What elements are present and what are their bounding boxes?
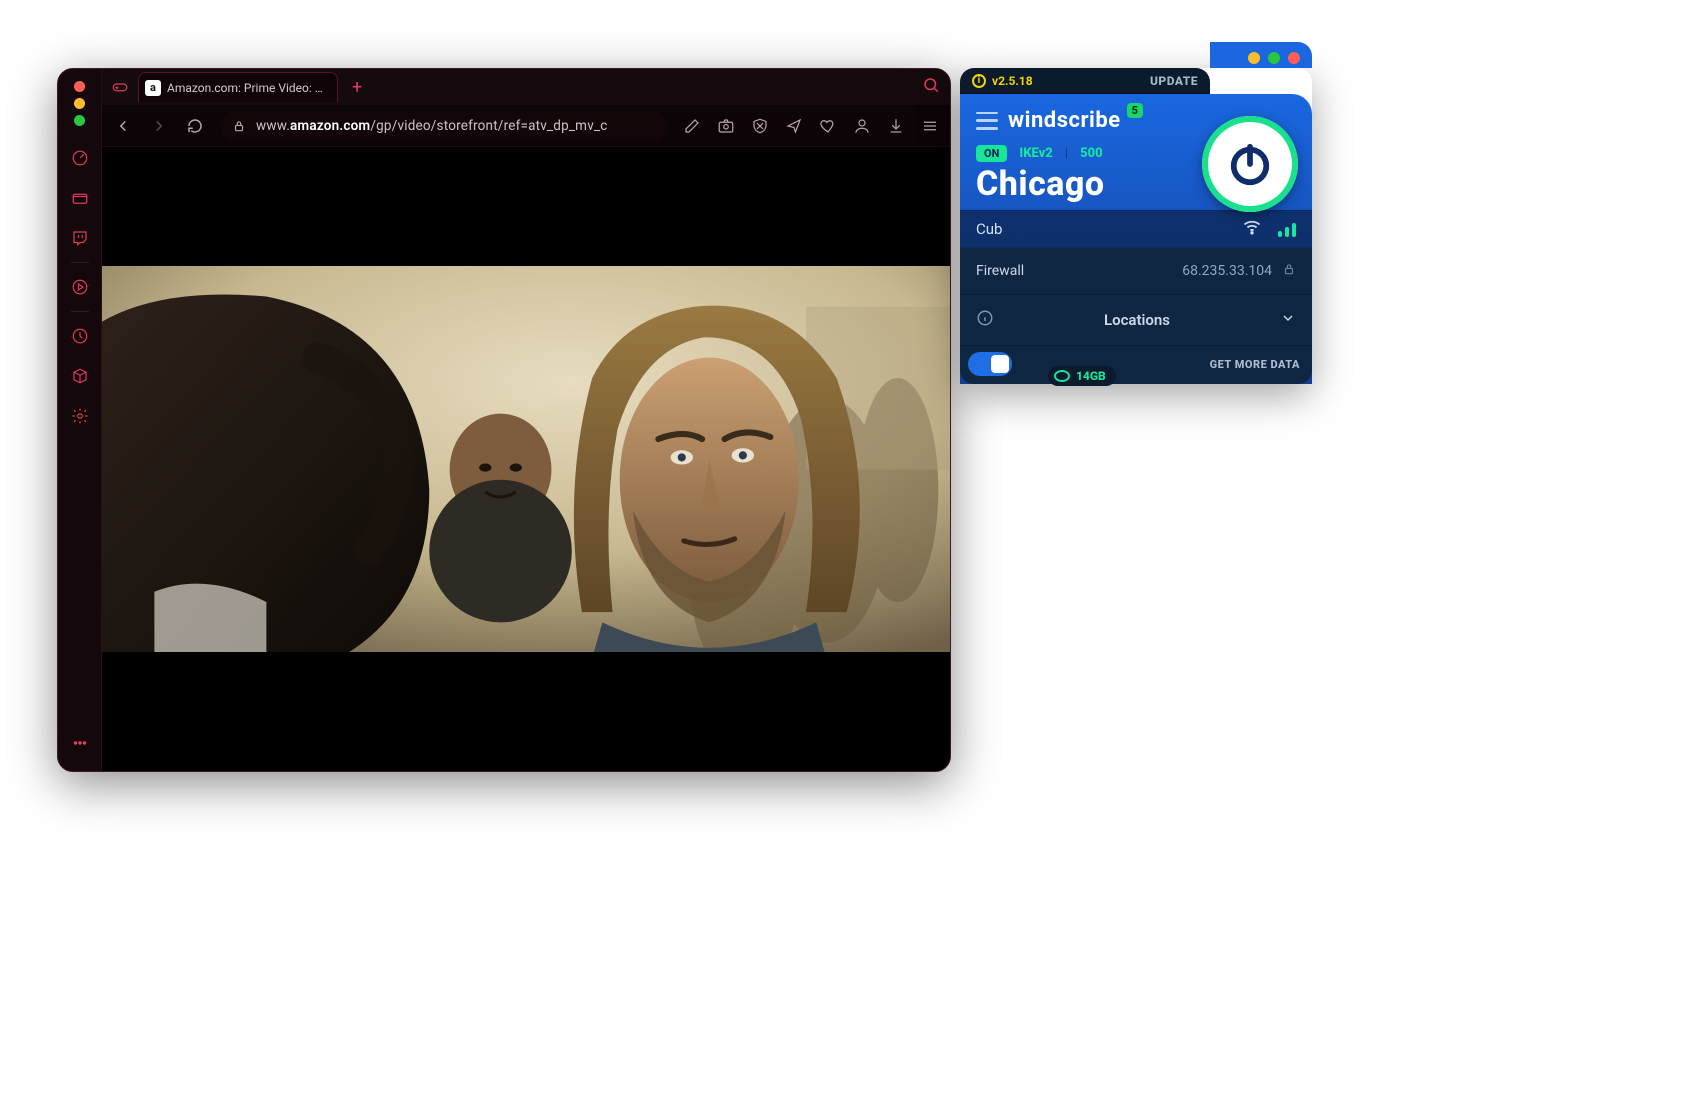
sidebar-separator (71, 311, 89, 312)
sidebar-cube-icon[interactable] (62, 358, 98, 394)
sidebar-separator (71, 262, 89, 263)
url-input[interactable]: www.amazon.com/gp/video/storefront/ref=a… (220, 111, 668, 141)
heart-icon[interactable] (818, 116, 838, 136)
sidebar-history-icon[interactable] (62, 318, 98, 354)
ws-locations-label: Locations (994, 311, 1280, 329)
data-coin-icon (1054, 370, 1070, 382)
info-icon: i (972, 74, 986, 88)
info-icon (976, 309, 994, 331)
nav-back-button[interactable] (112, 115, 134, 137)
ws-data-remaining: 14GB (1048, 366, 1116, 386)
sidebar-speedometer-icon[interactable] (62, 140, 98, 176)
ws-version: iv2.5.18 (972, 74, 1033, 88)
ws-minimize-icon[interactable] (1248, 52, 1260, 64)
wifi-icon (1242, 217, 1262, 241)
edit-icon[interactable] (682, 116, 702, 136)
browser-window: a Amazon.com: Prime Video: Prim + www.am… (57, 68, 951, 772)
ws-header: windscribe 5 (960, 94, 1312, 141)
tab-bar: a Amazon.com: Prime Video: Prim + (102, 69, 950, 105)
address-bar: www.amazon.com/gp/video/storefront/ref=a… (102, 105, 950, 147)
browser-main: a Amazon.com: Prime Video: Prim + www.am… (102, 69, 950, 771)
ws-menu-button[interactable] (976, 112, 998, 130)
download-icon[interactable] (886, 116, 906, 136)
video-frame (102, 266, 950, 653)
ws-firewall-toggle[interactable] (968, 352, 1012, 376)
lock-icon (1282, 262, 1296, 280)
ws-mac-controls (1210, 42, 1312, 68)
ws-firewall-label: Firewall (976, 263, 1024, 279)
ws-close-icon[interactable] (1288, 52, 1300, 64)
ws-port[interactable]: 500 (1080, 146, 1103, 161)
ws-node-row: Cub (960, 210, 1312, 248)
ws-ip-address: 68.235.33.104 (1182, 263, 1272, 279)
windscribe-widget: iv2.5.18 UPDATE windscribe 5 ON IKEv2 | … (960, 68, 1312, 384)
gamepad-icon[interactable] (110, 77, 130, 97)
ws-notif-badge: 5 (1127, 103, 1144, 118)
ws-maximize-icon[interactable] (1268, 52, 1280, 64)
ws-node-name: Cub (976, 220, 1002, 238)
chevron-down-icon (1280, 310, 1296, 330)
ws-version-bar: iv2.5.18 UPDATE (960, 68, 1210, 94)
minimize-window-icon[interactable] (74, 98, 85, 109)
nav-forward-button[interactable] (148, 115, 170, 137)
ws-firewall-row: Firewall 68.235.33.104 (960, 248, 1312, 295)
address-actions (682, 116, 940, 136)
maximize-window-icon[interactable] (74, 115, 85, 126)
ws-power-button[interactable] (1202, 116, 1298, 212)
menu-icon[interactable] (920, 116, 940, 136)
ws-footer: 14GB GET MORE DATA (960, 346, 1312, 384)
tabbar-search-icon[interactable] (922, 76, 940, 98)
browser-tab[interactable]: a Amazon.com: Prime Video: Prim (138, 72, 338, 102)
url-text: www.amazon.com/gp/video/storefront/ref=a… (256, 118, 608, 134)
send-icon[interactable] (784, 116, 804, 136)
window-traffic-lights[interactable] (74, 81, 85, 136)
ws-update-button[interactable]: UPDATE (1150, 74, 1198, 88)
sidebar-more-icon[interactable] (58, 725, 102, 761)
sidebar-play-icon[interactable] (62, 269, 98, 305)
lock-icon (232, 119, 246, 133)
shield-icon[interactable] (750, 116, 770, 136)
sidebar-twitch-icon[interactable] (62, 220, 98, 256)
profile-icon[interactable] (852, 116, 872, 136)
ws-protocol[interactable]: IKEv2 (1019, 146, 1052, 161)
browser-sidebar (58, 69, 102, 771)
ws-body: windscribe 5 ON IKEv2 | 500 Chicago Cub … (960, 94, 1312, 384)
signal-bars-icon (1278, 221, 1296, 237)
ws-get-more-button[interactable]: GET MORE DATA (1210, 358, 1300, 371)
tab-favicon: a (145, 80, 161, 96)
video-player[interactable] (102, 147, 950, 771)
ws-logo: windscribe 5 (1008, 108, 1143, 133)
sidebar-settings-icon[interactable] (62, 398, 98, 434)
ws-locations-row[interactable]: Locations (960, 295, 1312, 346)
tab-title: Amazon.com: Prime Video: Prim (167, 81, 327, 95)
screenshot-icon[interactable] (716, 116, 736, 136)
ws-sep: | (1065, 146, 1068, 161)
new-tab-button[interactable]: + (346, 77, 368, 98)
nav-reload-button[interactable] (184, 115, 206, 137)
sidebar-wallet-icon[interactable] (62, 180, 98, 216)
ws-status-badge: ON (976, 145, 1007, 162)
close-window-icon[interactable] (74, 81, 85, 92)
